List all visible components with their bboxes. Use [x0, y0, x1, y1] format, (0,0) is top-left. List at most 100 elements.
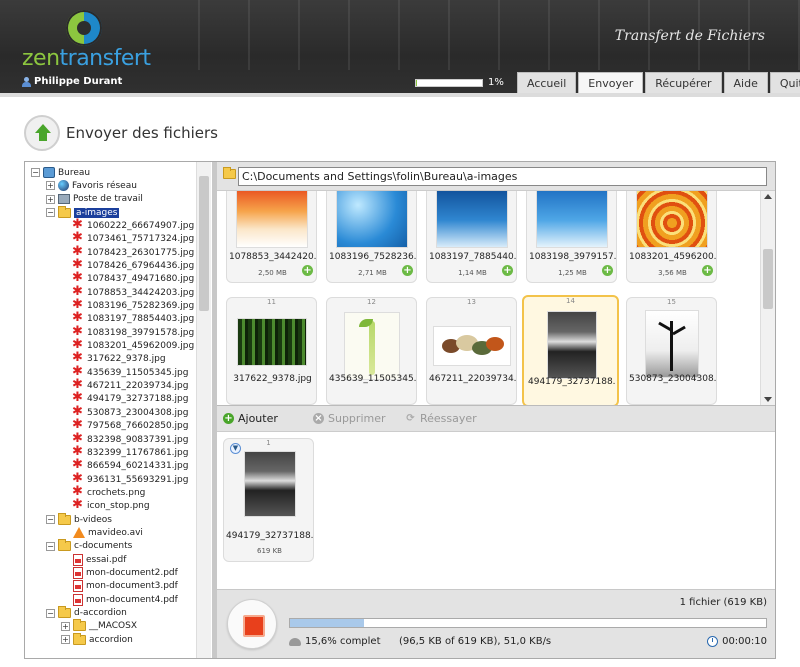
tree-item[interactable]: 832398_90837391.jpg — [72, 431, 189, 446]
tree-item[interactable]: + Poste de travail — [46, 193, 143, 206]
file-card[interactable]: 13 467211_22039734... — [426, 297, 517, 405]
folder-icon — [58, 606, 71, 619]
tree-scroll-thumb[interactable] — [199, 176, 209, 311]
file-card-selected[interactable]: 14 494179_32737188... — [522, 295, 619, 405]
complete-status: 15,6% complet — [289, 636, 381, 647]
transfer-detail: (96,5 KB of 619 KB), 51,0 KB/s — [399, 636, 552, 647]
path-input[interactable]: C:\Documents and Settings\folin\Bureau\a… — [238, 167, 767, 186]
tree-item-label: 1060222_66674907.jpg — [87, 220, 195, 231]
tree-item-label: 1078423_26301775.jpg — [87, 247, 195, 258]
tree-item[interactable]: 832399_11767861.jpg — [72, 444, 188, 459]
tree-item[interactable]: mon-document2.pdf — [73, 567, 178, 580]
folder-icon — [73, 632, 86, 645]
file-card[interactable]: 1083198_3979157... 1,25 MB + — [526, 191, 617, 283]
file-thumbnail — [636, 191, 708, 248]
file-name: 467211_22039734... — [429, 374, 516, 384]
tree-item-label: 1083196_75282369.jpg — [87, 301, 195, 311]
tree-item-label: 530873_23004308.jpg — [87, 407, 189, 418]
retry-button-label: Réessayer — [420, 412, 477, 425]
add-icon[interactable]: + — [702, 265, 713, 276]
user-icon — [22, 76, 31, 87]
queue-item[interactable]: ▼ 1 494179_32737188... 619 KB — [223, 438, 314, 562]
tree-item[interactable]: 1073461_75717324.jpg — [72, 230, 195, 246]
tree-item[interactable]: 530873_23004308.jpg — [72, 404, 189, 419]
tab-quitter[interactable]: Quitter — [769, 72, 800, 93]
retry-icon: ⟳ — [406, 413, 415, 424]
path-bar: C:\Documents and Settings\folin\Bureau\a… — [217, 162, 775, 191]
tree-item[interactable]: 494179_32737188.jpg — [72, 390, 188, 406]
tree-item[interactable]: crochets.png — [72, 484, 145, 499]
collapse-icon[interactable]: − — [46, 541, 55, 551]
delete-button[interactable]: × Supprimer — [313, 412, 386, 425]
tree-item[interactable]: 797568_76602850.jpg — [72, 417, 188, 433]
tree-item[interactable]: 1078437_49471680.jpg — [72, 270, 195, 286]
scroll-down-arrow[interactable] — [764, 397, 772, 402]
tree-item[interactable]: 1083196_75282369.jpg — [72, 297, 195, 313]
add-icon[interactable]: + — [602, 265, 613, 276]
tree-item[interactable]: essai.pdf — [73, 553, 126, 566]
add-icon[interactable]: + — [402, 265, 413, 276]
tree-item[interactable]: mon-document3.pdf — [73, 580, 178, 593]
tree-item[interactable]: 435639_11505345.jpg — [72, 364, 188, 379]
tree-item-label: 832398_90837391.jpg — [87, 434, 189, 445]
tab-accueil[interactable]: Accueil — [517, 72, 577, 93]
add-icon[interactable]: + — [502, 265, 513, 276]
file-grid: 1078853_3442420... 2,50 MB + 1083196_752… — [217, 191, 760, 405]
retry-button[interactable]: ⟳ Réessayer — [405, 412, 477, 425]
tree-item[interactable]: 1078426_67964436.jpg — [72, 257, 194, 272]
tree-item[interactable]: 467211_22039734.jpg — [72, 377, 188, 393]
header-progress-fill — [416, 80, 417, 86]
grid-scroll-thumb[interactable] — [763, 249, 773, 309]
expand-icon[interactable]: + — [46, 181, 55, 191]
upload-queue: ▼ 1 494179_32737188... 619 KB — [217, 432, 775, 589]
tree-item[interactable]: 1078423_26301775.jpg — [72, 244, 195, 259]
collapse-icon[interactable]: − — [31, 168, 40, 177]
expand-icon[interactable]: + — [46, 194, 55, 204]
tree-item[interactable]: 1078853_34424203.jpg — [72, 284, 194, 299]
tree-item[interactable]: + Favoris réseau — [46, 179, 137, 192]
stop-button[interactable] — [227, 599, 277, 649]
desktop-icon — [43, 167, 55, 178]
file-card[interactable]: 1083196_7528236... 2,71 MB + — [326, 191, 417, 283]
app-header: zentransfert Transfert de Fichiers Phili… — [0, 0, 800, 93]
tree-item-label: 1073461_75717324.jpg — [87, 234, 195, 245]
file-card[interactable]: 12 435639_11505345... — [326, 297, 417, 405]
expand-icon[interactable]: + — [61, 621, 70, 631]
collapse-icon[interactable]: − — [46, 515, 55, 525]
tree-item[interactable]: mavideo.avi — [73, 526, 143, 539]
add-button[interactable]: + Ajouter — [223, 412, 278, 425]
tree-item[interactable]: 317622_9378.jpg — [72, 350, 166, 366]
file-card[interactable]: 1083201_4596200... 3,56 MB + — [626, 191, 717, 283]
upload-progress-bar — [289, 618, 767, 628]
file-card[interactable]: 11 317622_9378.jpg — [226, 297, 317, 405]
tree-item[interactable]: − c-documents — [46, 539, 132, 553]
tree-item[interactable]: 1083201_45962009.jpg — [72, 337, 194, 353]
tree-item-label: Bureau — [58, 167, 91, 178]
tree-item[interactable]: + __MACOSX — [61, 619, 137, 633]
grid-scrollbar[interactable] — [760, 191, 775, 405]
tree-item[interactable]: + accordion — [61, 632, 133, 646]
tab-aide[interactable]: Aide — [723, 72, 768, 93]
tab-recuperer[interactable]: Récupérer — [645, 72, 722, 93]
tab-envoyer[interactable]: Envoyer — [578, 72, 644, 93]
tree-item[interactable]: 1083198_39791578.jpg — [72, 324, 194, 339]
tree-item-label: 1078437_49471680.jpg — [87, 274, 195, 285]
tree-item[interactable]: − Bureau — [31, 166, 90, 179]
tree-item[interactable]: 1060222_66674907.jpg — [72, 217, 195, 232]
scroll-up-arrow[interactable] — [764, 194, 772, 199]
tree-item[interactable]: − b-videos — [46, 512, 112, 526]
collapse-icon[interactable]: − — [46, 208, 55, 218]
tree-item[interactable]: 866594_60214331.jpg — [72, 457, 188, 473]
tree-scrollbar[interactable] — [196, 162, 211, 658]
expand-icon[interactable]: + — [61, 635, 70, 645]
add-icon[interactable]: + — [302, 265, 313, 276]
tree-item[interactable]: mon-document4.pdf — [73, 593, 178, 606]
collapse-icon[interactable]: − — [46, 608, 55, 618]
file-card[interactable]: 15 530873_23004308... — [626, 297, 717, 405]
file-card[interactable]: 1078853_3442420... 2,50 MB + — [226, 191, 317, 283]
tree-item[interactable]: 936131_55693291.jpg — [72, 471, 188, 486]
file-card[interactable]: 1083197_7885440... 1,14 MB + — [426, 191, 517, 283]
tree-item[interactable]: 1083197_78854403.jpg — [72, 310, 194, 326]
tree-item[interactable]: − d-accordion — [46, 606, 127, 620]
tree-item[interactable]: icon_stop.png — [72, 497, 150, 513]
